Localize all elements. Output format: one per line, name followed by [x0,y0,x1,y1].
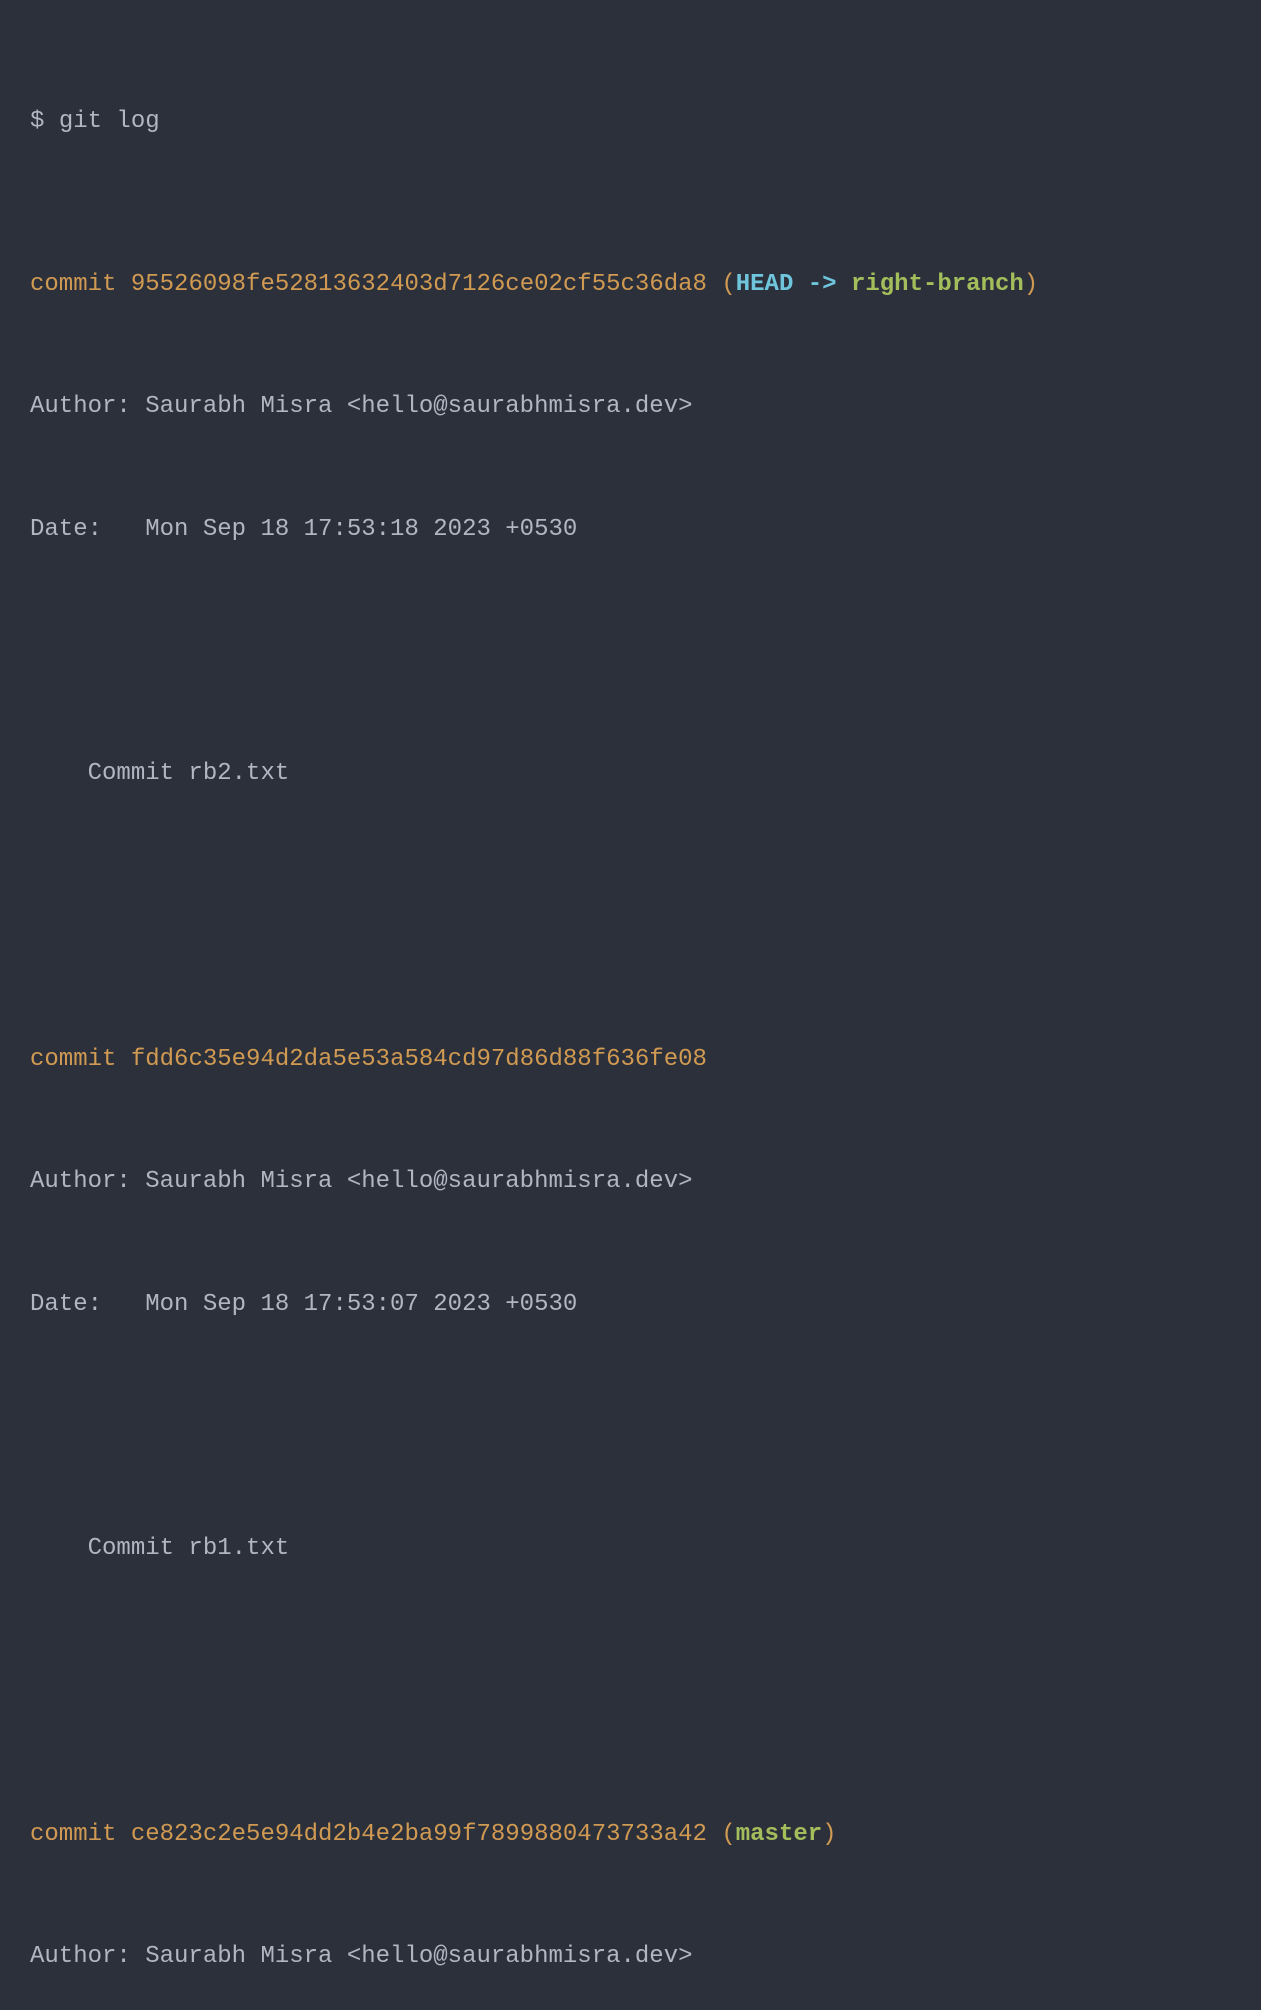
commit-entry: commit fdd6c35e94d2da5e53a584cd97d86d88f… [30,1040,1231,1081]
commit-message: Commit rb2.txt [88,760,290,787]
refs-close-paren: ) [822,1821,836,1848]
author-label: Author: [30,393,145,420]
author-line: Author: Saurabh Misra <hello@saurabhmisr… [30,1937,1231,1978]
commit-keyword: commit [30,271,116,298]
date-label: Date: [30,1291,145,1318]
command-line: $ git log [30,102,1231,143]
date-value: Mon Sep 18 17:53:07 2023 +0530 [145,1291,577,1318]
date-line: Date: Mon Sep 18 17:53:07 2023 +0530 [30,1285,1231,1326]
commit-entry: commit ce823c2e5e94dd2b4e2ba99f789988047… [30,1815,1231,1856]
date-label: Date: [30,516,145,543]
date-line: Date: Mon Sep 18 17:53:18 2023 +0530 [30,510,1231,551]
head-ref: HEAD [736,271,794,298]
refs-open-paren: ( [707,271,736,298]
author-value: Saurabh Misra <hello@saurabhmisra.dev> [145,1168,692,1195]
commit-hash: ce823c2e5e94dd2b4e2ba99f7899880473733a42 [131,1821,707,1848]
blank-line [30,1652,1231,1693]
author-line: Author: Saurabh Misra <hello@saurabhmisr… [30,387,1231,428]
ref-arrow: -> [793,271,851,298]
author-value: Saurabh Misra <hello@saurabhmisra.dev> [145,1943,692,1970]
message-indent [30,1535,88,1562]
commit-message: Commit rb1.txt [88,1535,290,1562]
blank-line [30,877,1231,918]
commit-hash: fdd6c35e94d2da5e53a584cd97d86d88f636fe08 [131,1046,707,1073]
refs-close-paren: ) [1024,271,1038,298]
commit-keyword: commit [30,1821,116,1848]
date-value: Mon Sep 18 17:53:18 2023 +0530 [145,516,577,543]
author-label: Author: [30,1168,145,1195]
author-value: Saurabh Misra <hello@saurabhmisra.dev> [145,393,692,420]
commit-keyword: commit [30,1046,116,1073]
commit-entry: commit 95526098fe52813632403d7126ce02cf5… [30,265,1231,306]
commit-hash: 95526098fe52813632403d7126ce02cf55c36da8 [131,271,707,298]
command-text: git log [59,108,160,135]
branch-name: master [736,1821,822,1848]
branch-name: right-branch [851,271,1024,298]
blank-line [30,1407,1231,1448]
author-label: Author: [30,1943,145,1970]
author-line: Author: Saurabh Misra <hello@saurabhmisr… [30,1162,1231,1203]
commit-message-line: Commit rb1.txt [30,1529,1231,1570]
blank-line [30,632,1231,673]
refs-open-paren: ( [707,1821,736,1848]
message-indent [30,760,88,787]
prompt-symbol: $ [30,108,59,135]
commit-message-line: Commit rb2.txt [30,754,1231,795]
terminal-output: $ git log commit 95526098fe52813632403d7… [30,20,1231,2010]
